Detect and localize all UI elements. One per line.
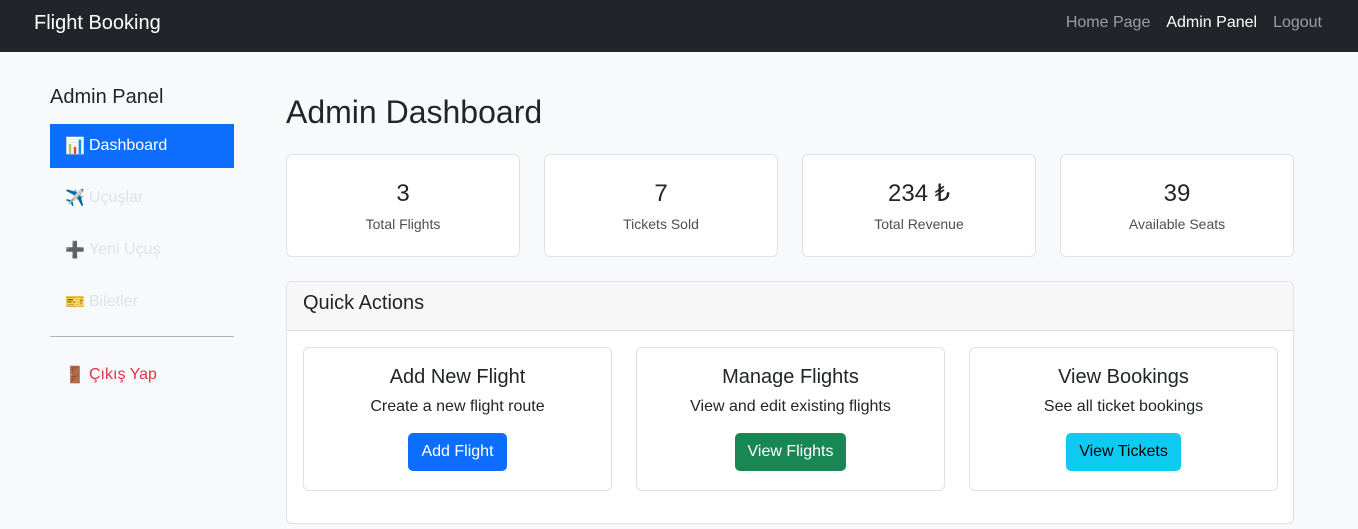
stat-value: 3 bbox=[396, 180, 410, 207]
stats-row: 3 Total Flights 7 Tickets Sold 234 ₺ Tot… bbox=[286, 154, 1294, 257]
main-content: Admin Dashboard 3 Total Flights 7 Ticket… bbox=[286, 92, 1294, 524]
sidebar: Admin Panel 📊 Dashboard ✈️ Uçuşlar ➕ Yen… bbox=[50, 84, 234, 405]
view-tickets-button[interactable]: View Tickets bbox=[1066, 433, 1181, 471]
airplane-icon: ✈️ bbox=[65, 190, 85, 207]
nav-link-admin-panel[interactable]: Admin Panel bbox=[1166, 14, 1257, 32]
sidebar-title: Admin Panel bbox=[50, 86, 164, 108]
sidebar-divider bbox=[50, 336, 234, 337]
sidebar-item-label: Yeni Uçuş bbox=[89, 241, 161, 258]
add-flight-button[interactable]: Add Flight bbox=[408, 433, 507, 471]
stat-label: Available Seats bbox=[1128, 216, 1226, 232]
action-desc: Create a new flight route bbox=[370, 398, 545, 415]
action-title: Add New Flight bbox=[389, 366, 526, 388]
action-card-view-bookings: View Bookings See all ticket bookings Vi… bbox=[969, 347, 1278, 491]
chart-icon: 📊 bbox=[65, 138, 85, 155]
stat-label: Total Flights bbox=[365, 216, 441, 232]
sidebar-item-label: Çıkış Yap bbox=[89, 366, 157, 383]
action-card-manage-flights: Manage Flights View and edit existing fl… bbox=[636, 347, 945, 491]
sidebar-item-label: Uçuşlar bbox=[89, 189, 144, 206]
quick-actions-panel: Quick Actions Add New Flight Create a ne… bbox=[286, 281, 1294, 524]
quick-actions-title: Quick Actions bbox=[287, 282, 1293, 331]
action-desc: See all ticket bookings bbox=[1043, 398, 1204, 415]
stat-card-available-seats: 39 Available Seats bbox=[1060, 154, 1294, 257]
stat-value: 7 bbox=[654, 180, 668, 207]
plus-icon: ➕ bbox=[65, 242, 85, 259]
action-title: View Bookings bbox=[1058, 366, 1189, 388]
stat-card-tickets-sold: 7 Tickets Sold bbox=[544, 154, 778, 257]
quick-actions-body: Add New Flight Create a new flight route… bbox=[303, 347, 1278, 491]
nav-link-home[interactable]: Home Page bbox=[1066, 14, 1151, 32]
stat-label: Tickets Sold bbox=[623, 216, 699, 232]
stat-label: Total Revenue bbox=[874, 216, 964, 232]
stat-value: 39 bbox=[1163, 180, 1191, 207]
view-flights-button[interactable]: View Flights bbox=[734, 433, 847, 471]
stat-value: 234 ₺ bbox=[888, 180, 950, 207]
sidebar-item-flights[interactable]: ✈️ Uçuşlar bbox=[50, 176, 234, 220]
stat-card-total-flights: 3 Total Flights bbox=[286, 154, 520, 257]
sidebar-item-new-flight[interactable]: ➕ Yeni Uçuş bbox=[50, 228, 234, 272]
top-navbar: Flight Booking Home Page Admin Panel Log… bbox=[0, 0, 1358, 52]
nav-link-logout[interactable]: Logout bbox=[1273, 14, 1322, 32]
page-title: Admin Dashboard bbox=[286, 94, 543, 130]
door-icon: 🚪 bbox=[65, 367, 85, 384]
sidebar-item-label: Dashboard bbox=[89, 137, 168, 154]
sidebar-item-logout[interactable]: 🚪 Çıkış Yap bbox=[50, 353, 234, 397]
sidebar-item-dashboard[interactable]: 📊 Dashboard bbox=[50, 124, 234, 168]
action-title: Manage Flights bbox=[722, 366, 859, 388]
stat-card-total-revenue: 234 ₺ Total Revenue bbox=[802, 154, 1036, 257]
ticket-icon: 🎫 bbox=[65, 294, 85, 311]
sidebar-item-label: Biletler bbox=[89, 293, 138, 310]
nav-links: Home Page Admin Panel Logout bbox=[1066, 14, 1322, 32]
sidebar-item-tickets[interactable]: 🎫 Biletler bbox=[50, 280, 234, 324]
brand-link[interactable]: Flight Booking bbox=[34, 12, 161, 35]
action-desc: View and edit existing flights bbox=[690, 398, 891, 415]
action-card-add-flight: Add New Flight Create a new flight route… bbox=[303, 347, 612, 491]
